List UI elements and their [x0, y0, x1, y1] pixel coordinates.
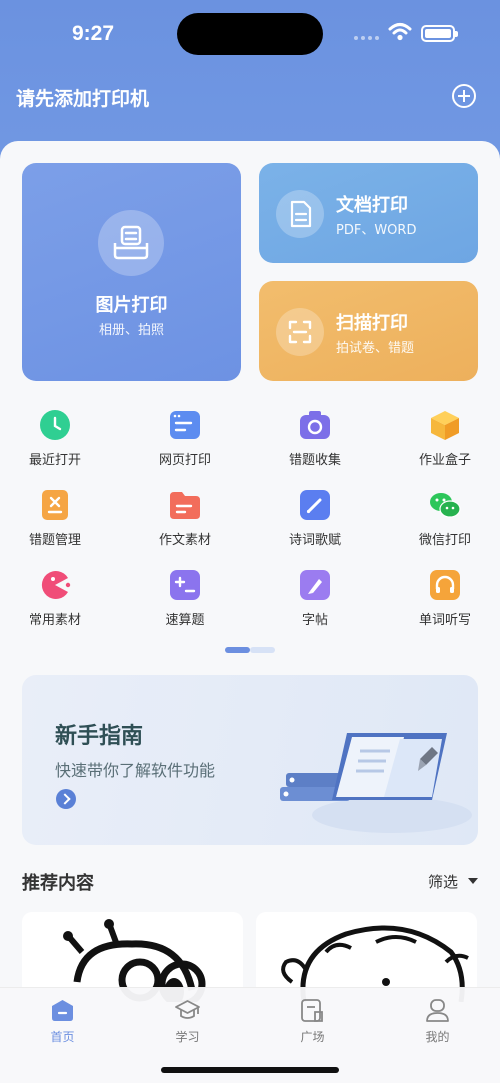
- error-note-icon: [42, 490, 68, 520]
- scan-print-title: 扫描打印: [336, 313, 408, 334]
- pen-icon: [300, 490, 330, 520]
- grid-label: 错题收集: [288, 453, 341, 468]
- grid-label: 速算题: [165, 613, 205, 628]
- grid-label: 作业盒子: [418, 453, 471, 468]
- folder-icon: [170, 492, 200, 519]
- tab-plaza-label: 广场: [300, 1030, 325, 1044]
- photo-print-subtitle: 相册、拍照: [98, 323, 164, 338]
- grid-label: 字帖: [301, 613, 328, 628]
- tab-plaza[interactable]: 广场: [250, 988, 375, 1048]
- grid-item-error-collect[interactable]: 错题收集: [265, 409, 365, 479]
- doc-print-subtitle: PDF、WORD: [336, 223, 417, 238]
- scan-print-subtitle: 拍试卷、错题: [336, 341, 415, 356]
- grid-item-homework-box[interactable]: 作业盒子: [395, 409, 495, 479]
- grid-item-word-dictation[interactable]: 单词听写: [395, 569, 495, 639]
- browser-icon: [170, 411, 200, 439]
- grid-item-poetry[interactable]: 诗词歌赋: [265, 489, 365, 559]
- add-printer-button[interactable]: [452, 84, 476, 108]
- headphones-icon: [430, 570, 460, 600]
- grid-item-error-manage[interactable]: 错题管理: [5, 489, 105, 559]
- scan-icon: [288, 320, 312, 344]
- pacman-icon: [41, 571, 71, 599]
- tab-study[interactable]: 学习: [125, 988, 250, 1048]
- scan-print-icon-circle: [276, 308, 324, 356]
- doc-print-icon-circle: [276, 190, 324, 238]
- tab-mine-label: 我的: [425, 1030, 450, 1044]
- grid-label: 最近打开: [28, 453, 81, 468]
- tab-home[interactable]: 首页: [0, 988, 125, 1048]
- calculator-icon: [170, 570, 200, 600]
- clock-icon: [40, 410, 70, 440]
- home-icon: [52, 1000, 73, 1021]
- box-icon: [431, 411, 459, 440]
- profile-icon: [426, 999, 449, 1022]
- camera-icon: [300, 411, 330, 439]
- page-indicator: [225, 647, 275, 653]
- grid-label: 网页打印: [158, 453, 211, 468]
- grid-item-common-material[interactable]: 常用素材: [5, 569, 105, 639]
- beginner-guide-banner[interactable]: 新手指南 快速带你了解软件功能: [22, 675, 478, 845]
- wifi-icon: [388, 23, 412, 41]
- grid-label: 单词听写: [418, 613, 471, 628]
- filter-button[interactable]: 筛选: [428, 871, 458, 892]
- grid-label: 微信打印: [418, 533, 471, 548]
- scan-print-card[interactable]: 扫描打印 拍试卷、错题: [259, 281, 478, 381]
- signal-icon: [354, 36, 380, 42]
- grid-item-recent[interactable]: 最近打开: [5, 409, 105, 479]
- status-time: 9:27: [72, 22, 115, 45]
- grid-item-copybook[interactable]: 字帖: [265, 569, 365, 639]
- brush-icon: [300, 570, 330, 600]
- doc-print-title: 文档打印: [336, 195, 408, 216]
- banner-subtitle: 快速带你了解软件功能: [55, 761, 216, 780]
- banner-title: 新手指南: [55, 724, 144, 749]
- caret-down-icon[interactable]: [468, 878, 478, 884]
- grid-label: 作文素材: [158, 533, 211, 548]
- doc-print-card[interactable]: 文档打印 PDF、WORD: [259, 163, 478, 263]
- grid-label: 常用素材: [28, 613, 81, 628]
- photo-print-title: 图片打印: [95, 295, 168, 316]
- photo-print-card[interactable]: 图片打印 相册、拍照: [22, 163, 241, 381]
- tab-home-label: 首页: [50, 1030, 75, 1044]
- book-illustration-icon: [280, 733, 472, 833]
- recommend-title: 推荐内容: [22, 873, 94, 894]
- page-title[interactable]: 请先添加打印机: [16, 84, 149, 111]
- plaza-icon: [301, 999, 323, 1022]
- dynamic-island: [177, 13, 323, 55]
- wechat-icon: [430, 493, 461, 518]
- graduation-cap-icon: [175, 1000, 200, 1019]
- tab-mine[interactable]: 我的: [375, 988, 500, 1048]
- grid-label: 错题管理: [28, 533, 81, 548]
- photo-print-icon-circle: [98, 210, 164, 276]
- grid-item-wechat-print[interactable]: 微信打印: [395, 489, 495, 559]
- grid-item-webpage-print[interactable]: 网页打印: [135, 409, 235, 479]
- document-icon: [290, 200, 312, 228]
- status-bar: 9:27: [0, 0, 500, 66]
- home-indicator: [161, 1067, 339, 1073]
- page-dot: [250, 647, 275, 653]
- photo-tray-icon: [113, 225, 149, 260]
- grid-item-quick-math[interactable]: 速算题: [135, 569, 235, 639]
- page-dot-active: [225, 647, 250, 653]
- grid-label: 诗词歌赋: [288, 533, 341, 548]
- chevron-right-icon[interactable]: [56, 789, 76, 809]
- tab-study-label: 学习: [175, 1030, 200, 1044]
- grid-item-essay-material[interactable]: 作文素材: [135, 489, 235, 559]
- battery-icon: [421, 25, 458, 42]
